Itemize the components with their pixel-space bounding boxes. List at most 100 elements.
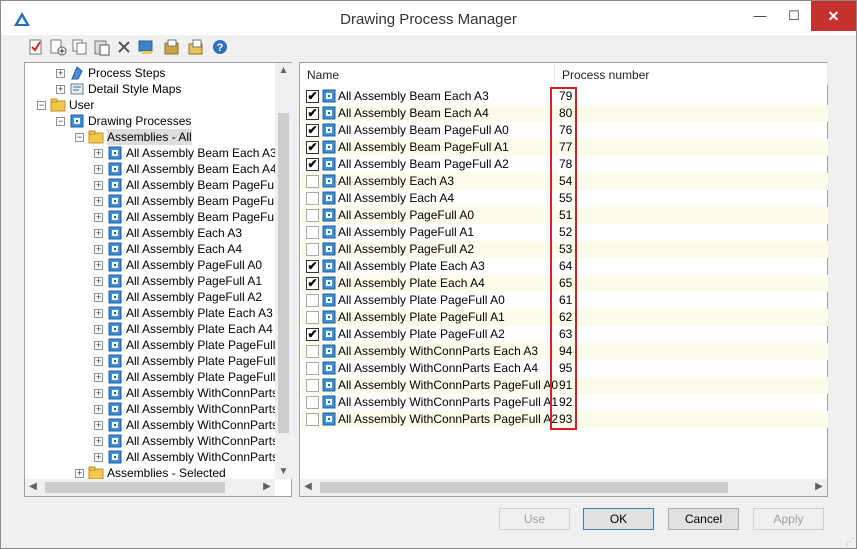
tree-node[interactable]: − Assemblies - All (25, 129, 275, 145)
collapse-icon[interactable]: − (37, 101, 46, 110)
tree-node[interactable]: + All Assembly PageFull A0 (25, 257, 275, 273)
expand-icon[interactable]: + (94, 341, 103, 350)
expand-icon[interactable]: + (94, 245, 103, 254)
expand-icon[interactable]: + (94, 261, 103, 270)
row-checkbox[interactable]: ✔ (306, 107, 319, 120)
tree-node[interactable]: + All Assembly PageFull A1 (25, 273, 275, 289)
minimize-button[interactable]: — (743, 1, 777, 31)
expand-icon[interactable]: + (94, 277, 103, 286)
row-checkbox[interactable] (306, 345, 319, 358)
tree-node[interactable]: + All Assembly WithConnParts Pa (25, 433, 275, 449)
help-icon[interactable]: ? (211, 38, 229, 56)
tree-vertical-scrollbar[interactable]: ▲ ▼ (275, 63, 292, 479)
ok-button[interactable]: OK (583, 508, 654, 530)
expand-icon[interactable]: + (75, 469, 84, 478)
tree-node[interactable]: + All Assembly WithConnParts Ea (25, 385, 275, 401)
column-header-process-number[interactable]: Process number (555, 63, 828, 85)
row-checkbox[interactable] (306, 413, 319, 426)
row-checkbox[interactable]: ✔ (306, 90, 319, 103)
tree-node[interactable]: + All Assembly Plate PageFull A1 (25, 353, 275, 369)
delete-icon[interactable] (115, 38, 133, 56)
copy-icon[interactable] (71, 38, 89, 56)
row-checkbox[interactable] (306, 379, 319, 392)
scroll-down-icon[interactable]: ▼ (275, 466, 292, 477)
row-checkbox[interactable] (306, 175, 319, 188)
expand-icon[interactable]: + (94, 149, 103, 158)
expand-icon[interactable]: + (94, 357, 103, 366)
scroll-up-icon[interactable]: ▲ (275, 65, 292, 76)
tree-node[interactable]: + All Assembly Beam PageFull A2 (25, 209, 275, 225)
cancel-button[interactable]: Cancel (668, 508, 739, 530)
close-button[interactable]: ✕ (811, 1, 856, 31)
table-hscroll-thumb[interactable] (320, 482, 728, 493)
row-checkbox[interactable] (306, 192, 319, 205)
tree-horizontal-scrollbar[interactable]: ◀ ▶ (25, 479, 275, 496)
tree-node[interactable]: + All Assembly Beam Each A3 (25, 145, 275, 161)
scroll-right-icon[interactable]: ▶ (813, 481, 825, 492)
scroll-left-icon[interactable]: ◀ (302, 481, 314, 492)
tree-node[interactable]: + All Assembly Plate PageFull A2 (25, 369, 275, 385)
resize-grip-icon[interactable]: ⋰ (846, 537, 854, 546)
expand-icon[interactable]: + (94, 437, 103, 446)
tree-node[interactable]: + All Assembly Beam Each A4 (25, 161, 275, 177)
row-checkbox[interactable]: ✔ (306, 328, 319, 341)
expand-icon[interactable]: + (94, 229, 103, 238)
tree-node[interactable]: + All Assembly WithConnParts Pa (25, 449, 275, 465)
export-icon[interactable] (187, 38, 205, 56)
expand-icon[interactable]: + (94, 421, 103, 430)
column-header-name[interactable]: Name (300, 63, 555, 85)
collapse-icon[interactable]: − (75, 133, 84, 142)
row-checkbox[interactable]: ✔ (306, 158, 319, 171)
expand-icon[interactable]: + (94, 405, 103, 414)
row-checkbox[interactable]: ✔ (306, 141, 319, 154)
tree-node[interactable]: + All Assembly Each A4 (25, 241, 275, 257)
tree-node[interactable]: + Assemblies - Selected (25, 465, 275, 479)
tree-node[interactable]: − User (25, 97, 275, 113)
tree-node[interactable]: + All Assembly WithConnParts Ea (25, 401, 275, 417)
table-horizontal-scrollbar[interactable]: ◀ ▶ (300, 479, 827, 496)
collapse-icon[interactable]: − (56, 117, 65, 126)
row-checkbox[interactable] (306, 243, 319, 256)
use-button[interactable]: Use (499, 508, 570, 530)
expand-icon[interactable]: + (94, 325, 103, 334)
tree-hscroll-thumb[interactable] (45, 482, 225, 493)
tree-node[interactable]: + All Assembly Beam PageFull A1 (25, 193, 275, 209)
expand-icon[interactable]: + (94, 197, 103, 206)
scroll-right-icon[interactable]: ▶ (261, 481, 273, 492)
row-checkbox[interactable] (306, 362, 319, 375)
tree-vscroll-thumb[interactable] (278, 113, 289, 433)
tree-node[interactable]: + Process Steps (25, 65, 275, 81)
expand-icon[interactable]: + (94, 213, 103, 222)
edit-icon[interactable] (137, 38, 155, 56)
row-checkbox[interactable] (306, 311, 319, 324)
expand-icon[interactable]: + (94, 309, 103, 318)
expand-icon[interactable]: + (56, 69, 65, 78)
tree-node[interactable]: + All Assembly Plate PageFull A0 (25, 337, 275, 353)
add-icon[interactable] (49, 38, 67, 56)
row-checkbox[interactable]: ✔ (306, 277, 319, 290)
tree-node[interactable]: + All Assembly Beam PageFull A0 (25, 177, 275, 193)
expand-icon[interactable]: + (94, 389, 103, 398)
tree-node[interactable]: + All Assembly Plate Each A4 (25, 321, 275, 337)
row-checkbox[interactable] (306, 294, 319, 307)
expand-icon[interactable]: + (94, 453, 103, 462)
new-check-icon[interactable] (27, 38, 45, 56)
scroll-left-icon[interactable]: ◀ (27, 481, 39, 492)
maximize-button[interactable]: ☐ (777, 1, 811, 31)
expand-icon[interactable]: + (94, 181, 103, 190)
tree-node[interactable]: + Detail Style Maps (25, 81, 275, 97)
row-checkbox[interactable]: ✔ (306, 260, 319, 273)
expand-icon[interactable]: + (56, 85, 65, 94)
apply-button[interactable]: Apply (753, 508, 824, 530)
tree-node[interactable]: + All Assembly Each A3 (25, 225, 275, 241)
expand-icon[interactable]: + (94, 373, 103, 382)
tree-node[interactable]: + All Assembly PageFull A2 (25, 289, 275, 305)
row-checkbox[interactable] (306, 396, 319, 409)
tree-node[interactable]: + All Assembly WithConnParts Pa (25, 417, 275, 433)
row-checkbox[interactable]: ✔ (306, 124, 319, 137)
tree-node[interactable]: − Drawing Processes (25, 113, 275, 129)
tree-node[interactable]: + All Assembly Plate Each A3 (25, 305, 275, 321)
expand-icon[interactable]: + (94, 165, 103, 174)
row-checkbox[interactable] (306, 226, 319, 239)
import-icon[interactable] (163, 38, 181, 56)
